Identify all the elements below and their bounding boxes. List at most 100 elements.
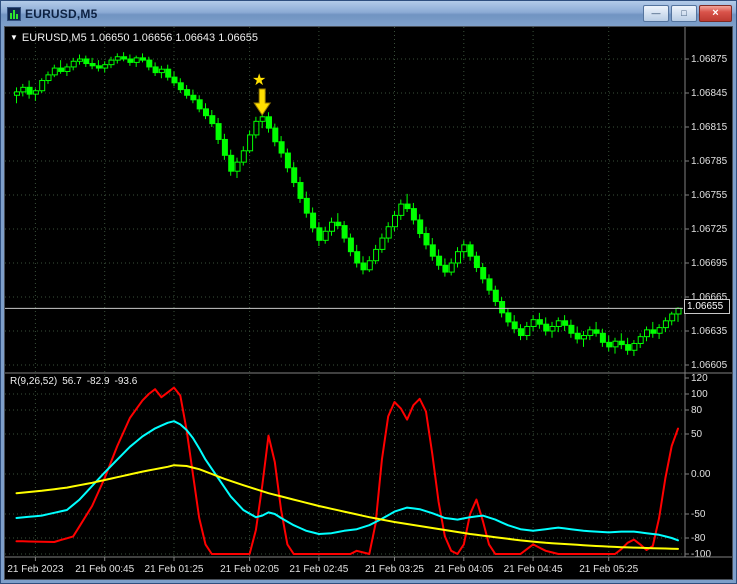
time-axis-label: 21 Feb 02:45 xyxy=(289,564,348,575)
candle-body xyxy=(631,342,638,351)
maximize-button[interactable]: □ xyxy=(671,5,697,22)
candle-body xyxy=(606,341,613,348)
time-axis-label: 21 Feb 04:05 xyxy=(434,564,493,575)
candle-body xyxy=(379,237,386,250)
candle-body xyxy=(398,203,405,216)
candle-body xyxy=(360,262,367,271)
time-axis-label: 21 Feb 2023 xyxy=(7,564,64,575)
candle-body xyxy=(196,99,203,110)
candle-body xyxy=(253,120,260,136)
candle-body xyxy=(492,289,499,303)
candle-body xyxy=(562,320,569,326)
indicator-name: R(9,26,52) xyxy=(10,376,58,387)
indicator-line-fast xyxy=(15,386,679,555)
candle-body xyxy=(83,58,90,65)
candle-body xyxy=(272,127,279,143)
candle-body xyxy=(455,251,461,264)
candle-body xyxy=(240,150,247,163)
candle-body xyxy=(480,267,487,280)
candle-body xyxy=(335,221,342,227)
current-price-badge: 1.06655 xyxy=(684,299,730,314)
candle-body xyxy=(77,58,83,62)
candle-body xyxy=(549,325,556,332)
candle-body xyxy=(473,255,480,269)
candle-body xyxy=(209,115,216,125)
indicator-legend: R(9,26,52) 56.7 -82.9 -93.6 xyxy=(10,376,142,387)
candle-body xyxy=(247,134,254,152)
candle-body xyxy=(303,197,310,214)
candle-body xyxy=(461,244,468,253)
candle-body xyxy=(373,248,380,262)
candle-body xyxy=(165,68,172,78)
candle-body xyxy=(58,67,65,72)
time-axis-label: 21 Feb 01:25 xyxy=(145,564,204,575)
window-chart-icon xyxy=(7,6,21,21)
candle-body xyxy=(284,152,291,169)
price-axis-label: 1.06695 xyxy=(691,258,728,269)
time-axis-label: 21 Feb 00:45 xyxy=(75,564,134,575)
candle-body xyxy=(536,319,543,325)
indicator-value-2: -82.9 xyxy=(86,376,110,387)
candle-body xyxy=(121,56,128,60)
candle-body xyxy=(644,329,650,338)
candle-body xyxy=(20,86,27,93)
candle-body xyxy=(310,212,317,229)
candle-body xyxy=(637,336,644,344)
candle-body xyxy=(140,57,146,61)
candle-body xyxy=(70,60,77,68)
candle-body xyxy=(114,56,121,61)
candle-body xyxy=(593,329,600,334)
candle-body xyxy=(203,108,209,117)
indicator-line-slow xyxy=(15,464,679,550)
candle-body xyxy=(650,329,657,334)
candle-body xyxy=(656,327,663,334)
candle-body xyxy=(410,208,417,221)
signal-star-icon: ★ xyxy=(252,70,266,89)
candle-body xyxy=(442,264,449,273)
chart-canvas[interactable]: 21 Feb 2023 21 Feb 00:45 21 Feb 01:25 21 Fe… xyxy=(5,27,732,579)
candle-body xyxy=(366,260,373,271)
indicator-axis-label: 100 xyxy=(691,389,708,400)
candle-body xyxy=(278,141,285,154)
chart-window: EURUSD,M5 — □ × 21 Feb 2023 21 Feb 00:45 2… xyxy=(0,0,737,584)
candle-body xyxy=(675,307,682,315)
minimize-button[interactable]: — xyxy=(643,5,669,22)
candle-body xyxy=(266,116,272,129)
indicator-value-1: 56.7 xyxy=(62,376,82,387)
candle-body xyxy=(133,57,140,63)
indicator-axis-label: 120 xyxy=(691,373,708,384)
candle-body xyxy=(505,312,512,323)
indicator-axis-label: -80 xyxy=(691,533,706,544)
candle-body xyxy=(215,123,222,140)
candle-body xyxy=(524,325,531,337)
time-axis-label: 21 Feb 02:05 xyxy=(220,564,279,575)
indicator-axis-label: 0.00 xyxy=(691,469,711,480)
price-axis-label: 1.06785 xyxy=(691,156,728,167)
candle-body xyxy=(39,80,46,92)
indicator-axis-label: -50 xyxy=(691,509,706,520)
candle-body xyxy=(184,89,191,96)
candle-body xyxy=(26,86,33,95)
candle-body xyxy=(385,226,392,239)
candle-body xyxy=(64,66,71,72)
one-click-trading-toggle-icon[interactable]: ▼ xyxy=(10,33,18,42)
chart-legend: ▼ EURUSD,M5 1.06650 1.06656 1.06643 1.066… xyxy=(10,32,258,44)
candle-body xyxy=(625,344,632,351)
indicator-axis-label: -100 xyxy=(691,549,711,560)
candle-body xyxy=(221,138,228,156)
time-axis-label: 21 Feb 04:45 xyxy=(504,564,563,575)
candle-body xyxy=(152,66,159,74)
candle-body xyxy=(511,321,518,330)
indicator-axis-label: 80 xyxy=(691,405,703,416)
close-button[interactable]: × xyxy=(699,5,732,22)
candle-body xyxy=(581,335,587,340)
candle-body xyxy=(467,244,474,257)
candle-body xyxy=(347,237,354,253)
price-axis-label: 1.06725 xyxy=(691,224,728,235)
title-bar[interactable]: EURUSD,M5 — □ × xyxy=(1,1,736,26)
candle-body xyxy=(599,332,606,343)
signal-sell-arrow-icon xyxy=(253,88,272,116)
candle-body xyxy=(574,332,581,340)
candle-body xyxy=(555,320,562,327)
candle-body xyxy=(618,340,625,346)
